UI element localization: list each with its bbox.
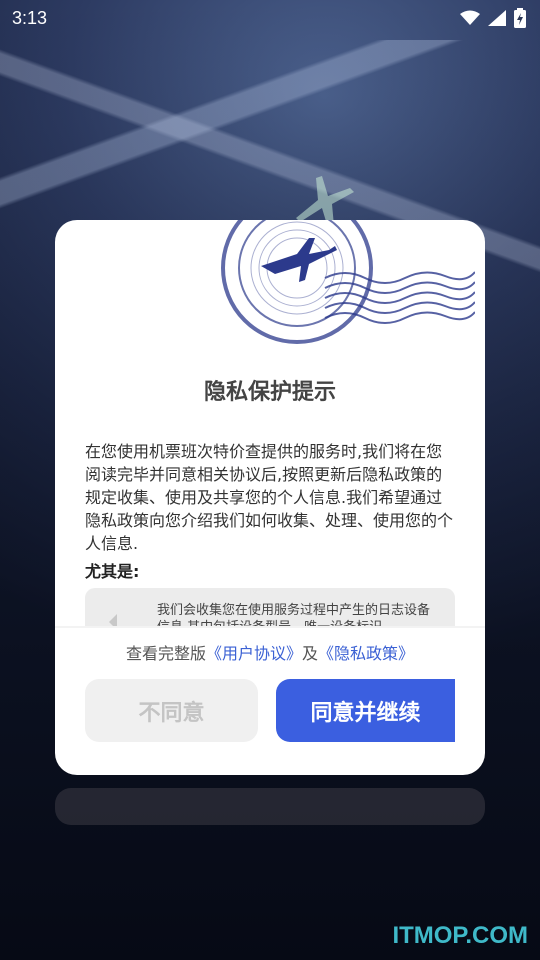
privacy-policy-link[interactable]: 《隐私政策》: [318, 644, 414, 663]
links-prefix: 查看完整版: [125, 644, 206, 663]
battery-charging-icon: [514, 8, 526, 28]
links-and: 及: [302, 644, 319, 663]
wifi-icon: [460, 10, 480, 25]
privacy-body-text: 在您使用机票班次特价查提供的服务时,我们将在您阅读完毕并同意相关协议后,按照更新…: [85, 442, 454, 553]
info-icon: [109, 614, 117, 626]
watermark-text: ITMOP.COM: [392, 922, 528, 949]
signal-icon: [488, 10, 506, 26]
emphasis-label: 尤其是:: [85, 562, 140, 581]
status-icons: [460, 8, 526, 28]
postmark-stamp-icon: [221, 220, 475, 344]
status-time: 3:13: [12, 7, 48, 28]
status-bar: 3:13: [0, 0, 540, 36]
agree-continue-button[interactable]: 同意并继续: [276, 679, 455, 742]
detail-text: 我们会收集您在使用服务过程中产生的日志设备信息,其中包括设备型号、唯一设备标识: [157, 603, 431, 626]
privacy-dialog: 隐私保护提示 在您使用机票班次特价查提供的服务时,我们将在您阅读完毕并同意相关协…: [55, 220, 485, 775]
divider: [55, 626, 485, 628]
agreement-links: 查看完整版《用户协议》及《隐私政策》: [55, 640, 485, 664]
disagree-button[interactable]: 不同意: [85, 679, 258, 742]
background-bar: [55, 788, 485, 825]
user-agreement-link[interactable]: 《用户协议》: [206, 644, 302, 663]
dialog-title: 隐私保护提示: [203, 380, 336, 405]
detail-card: 我们会收集您在使用服务过程中产生的日志设备信息,其中包括设备型号、唯一设备标识: [85, 588, 455, 626]
